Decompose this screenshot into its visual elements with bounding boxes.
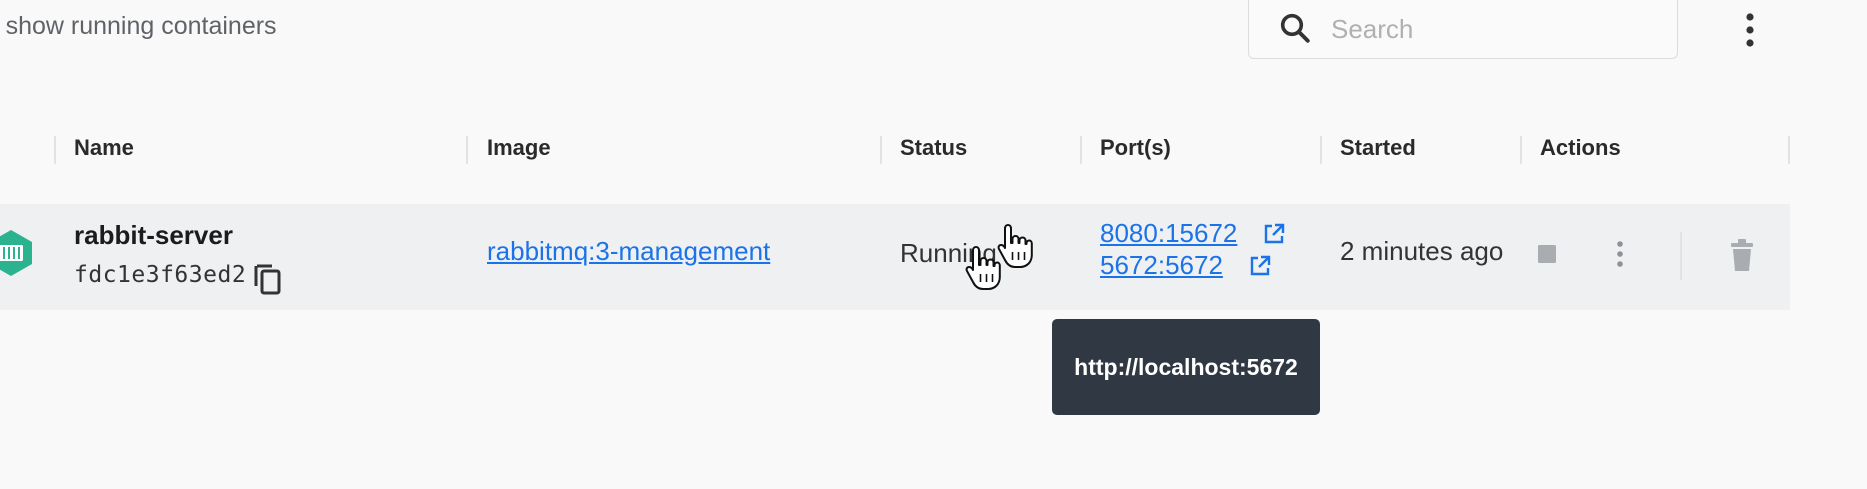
toolbar: ‘show running containers xyxy=(0,0,1867,60)
copy-icon[interactable] xyxy=(252,262,284,296)
column-header-name[interactable]: Name xyxy=(74,135,134,161)
started-time: 2 minutes ago xyxy=(1340,236,1504,266)
column-divider[interactable] xyxy=(1520,136,1522,164)
port-link[interactable]: 5672:5672 xyxy=(1100,250,1223,281)
table-row[interactable]: rabbit-server fdc1e3f63ed2 rabbitmq:3-ma… xyxy=(0,204,1790,310)
column-header-ports[interactable]: Port(s) xyxy=(1100,135,1171,161)
trash-icon[interactable] xyxy=(1728,238,1756,272)
external-link-icon[interactable] xyxy=(1262,222,1286,246)
hand-cursor-icon xyxy=(965,246,1001,290)
container-icon xyxy=(0,230,32,276)
container-id: fdc1e3f63ed2 xyxy=(74,262,247,288)
column-divider[interactable] xyxy=(880,136,882,164)
column-divider[interactable] xyxy=(466,136,468,164)
search-box[interactable] xyxy=(1248,0,1678,59)
external-link-icon[interactable] xyxy=(1248,254,1272,278)
port-url-tooltip: http://localhost:5672 xyxy=(1052,319,1320,415)
port-link[interactable]: 8080:15672 xyxy=(1100,218,1237,249)
column-divider[interactable] xyxy=(1320,136,1322,164)
stop-icon[interactable] xyxy=(1536,243,1558,265)
column-header-status[interactable]: Status xyxy=(900,135,967,161)
search-input[interactable] xyxy=(1329,8,1663,50)
column-header-started[interactable]: Started xyxy=(1340,135,1416,161)
tooltip-text: http://localhost:5672 xyxy=(1074,353,1298,380)
image-link[interactable]: rabbitmq:3-management xyxy=(487,236,770,267)
column-header-actions: Actions xyxy=(1540,135,1621,160)
more-options-icon[interactable] xyxy=(1740,8,1760,52)
column-divider[interactable] xyxy=(54,136,56,164)
row-more-options-icon[interactable] xyxy=(1610,237,1630,271)
column-divider[interactable] xyxy=(1080,136,1082,164)
column-divider xyxy=(1788,136,1790,164)
column-header-image[interactable]: Image xyxy=(487,135,551,161)
show-running-containers-toggle-label[interactable]: ‘show running containers xyxy=(0,12,277,41)
table-header: Name Image Status Port(s) Started Action… xyxy=(0,120,1790,180)
actions-divider xyxy=(1680,232,1682,280)
search-icon xyxy=(1280,13,1310,43)
container-name[interactable]: rabbit-server xyxy=(74,220,233,251)
